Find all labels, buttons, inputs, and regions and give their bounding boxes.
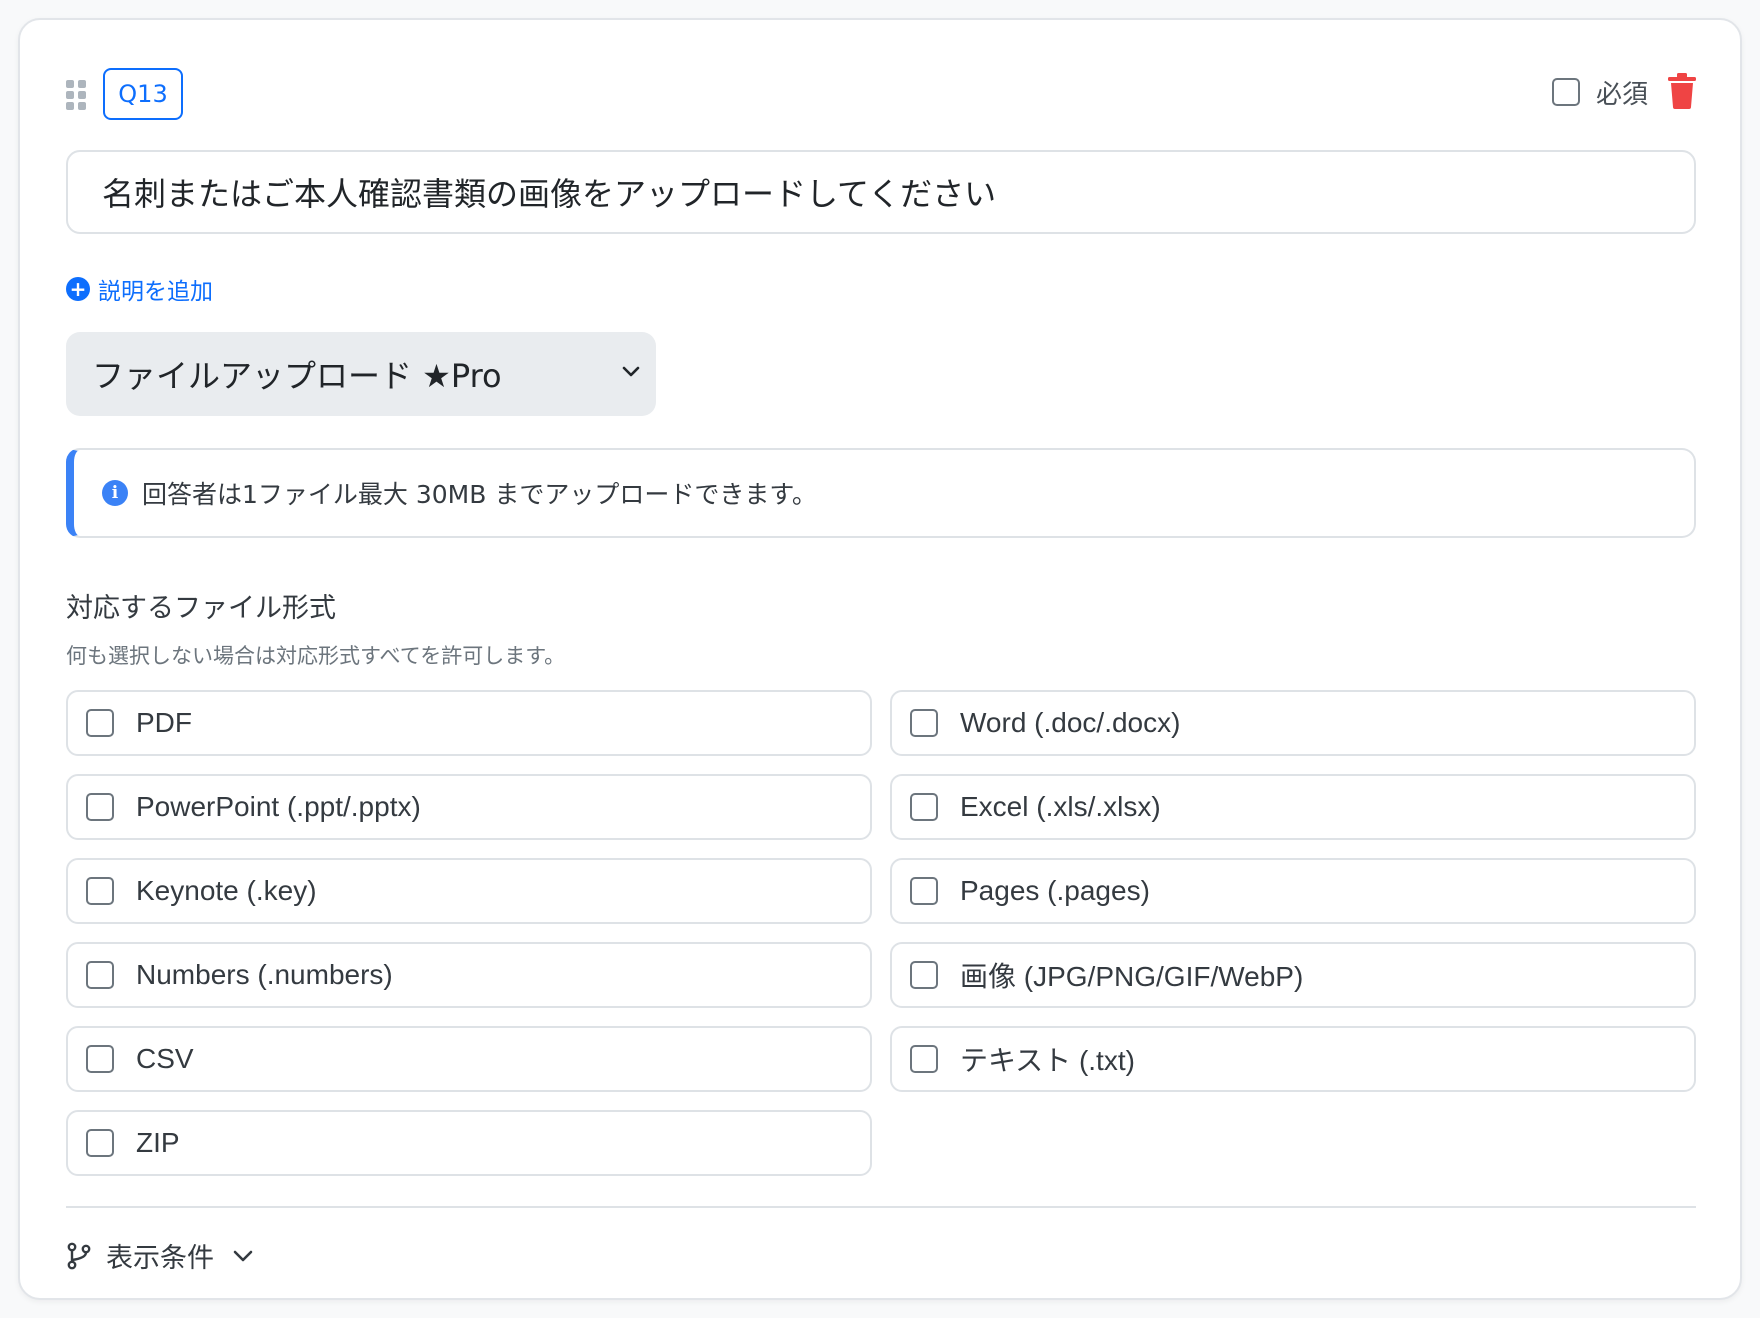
format-option-powerpoint[interactable]: PowerPoint (.ppt/.pptx) [66,774,872,840]
format-checkbox[interactable] [86,793,114,821]
format-label: 画像 (JPG/PNG/GIF/WebP) [960,961,1304,992]
format-label: PDF [136,707,192,738]
required-checkbox[interactable] [1552,78,1580,106]
format-option-image[interactable]: 画像 (JPG/PNG/GIF/WebP) [890,942,1696,1008]
format-option-keynote[interactable]: Keynote (.key) [66,858,872,924]
question-title-input[interactable]: 名刺またはご本人確認書類の画像をアップロードしてください [66,150,1696,234]
format-label: Keynote (.key) [136,875,317,906]
format-option-word[interactable]: Word (.doc/.docx) [890,690,1696,756]
format-checkbox[interactable] [910,1045,938,1073]
trash-icon[interactable] [1667,72,1697,110]
required-label: 必須 [1596,80,1649,110]
upload-limit-text: 回答者は1ファイル最大 30MB までアップロードできます。 [142,480,817,509]
format-label: Numbers (.numbers) [136,959,393,990]
format-checkbox[interactable] [910,961,938,989]
format-option-excel[interactable]: Excel (.xls/.xlsx) [890,774,1696,840]
chevron-down-icon [233,1250,253,1261]
add-description-label: 説明を追加 [98,279,213,305]
format-checkbox[interactable] [86,877,114,905]
format-option-zip[interactable]: ZIP [66,1110,872,1176]
drag-handle-icon[interactable] [66,80,88,110]
format-checkbox[interactable] [910,793,938,821]
file-formats-heading: 対応するファイル形式 [66,593,336,624]
plus-circle-icon: + [66,277,90,301]
branch-icon [67,1242,91,1269]
question-number-badge: Q13 [103,68,183,120]
format-option-numbers[interactable]: Numbers (.numbers) [66,942,872,1008]
format-label: Excel (.xls/.xlsx) [960,791,1161,822]
format-checkbox[interactable] [86,1045,114,1073]
question-type-select[interactable]: ファイルアップロード ★Pro [66,332,656,416]
format-label: Word (.doc/.docx) [960,707,1181,738]
format-option-csv[interactable]: CSV [66,1026,872,1092]
upload-limit-info: i 回答者は1ファイル最大 30MB までアップロードできます。 [66,448,1696,538]
format-checkbox[interactable] [86,961,114,989]
format-label: PowerPoint (.ppt/.pptx) [136,791,421,822]
format-label: CSV [136,1043,194,1074]
format-option-pages[interactable]: Pages (.pages) [890,858,1696,924]
file-formats-help: 何も選択しない場合は対応形式すべてを許可します。 [66,644,566,668]
format-option-pdf[interactable]: PDF [66,690,872,756]
display-conditions-label: 表示条件 [106,1243,214,1274]
section-divider [66,1206,1696,1208]
chevron-down-icon [622,366,640,377]
format-checkbox[interactable] [86,709,114,737]
display-conditions-toggle[interactable]: 表示条件 [66,1236,254,1275]
format-checkbox[interactable] [86,1129,114,1157]
question-type-value: ファイルアップロード ★Pro [92,357,502,395]
info-icon: i [102,480,128,506]
format-option-text[interactable]: テキスト (.txt) [890,1026,1696,1092]
format-checkbox[interactable] [910,877,938,905]
format-label: ZIP [136,1127,180,1158]
format-label: Pages (.pages) [960,875,1150,906]
format-checkbox[interactable] [910,709,938,737]
add-description-link[interactable]: + 説明を追加 [66,272,213,306]
format-label: テキスト (.txt) [960,1045,1135,1076]
question-card: Q13 必須 名刺またはご本人確認書類の画像をアップロードしてください + 説明… [18,18,1742,1300]
